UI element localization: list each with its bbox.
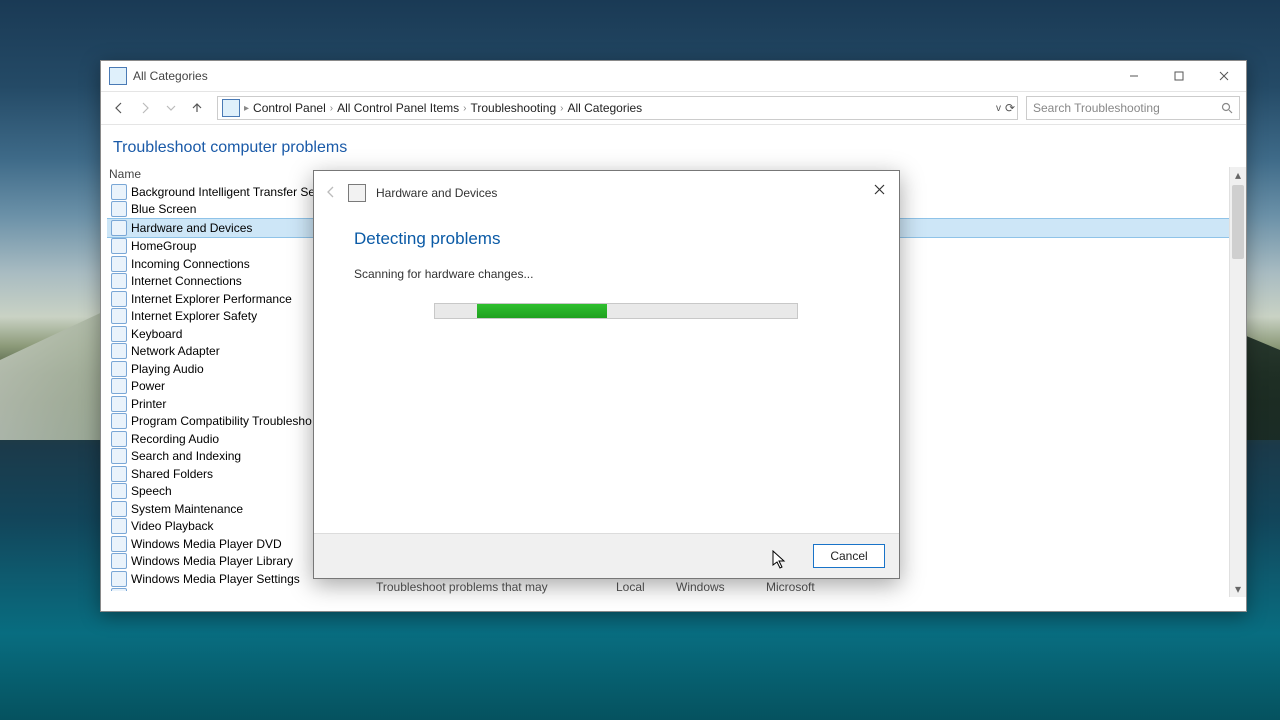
list-item-label: Program Compatibility Troublesho bbox=[131, 414, 312, 428]
troubleshooter-item-icon bbox=[111, 448, 127, 464]
troubleshooter-item-icon bbox=[111, 256, 127, 272]
troubleshooter-item-icon bbox=[111, 343, 127, 359]
list-item-label: Keyboard bbox=[131, 327, 182, 341]
nav-recent-dropdown[interactable] bbox=[159, 96, 183, 120]
chevron-right-icon: ▸ bbox=[244, 103, 249, 114]
troubleshooter-item-icon bbox=[111, 413, 127, 429]
troubleshooter-item-icon bbox=[111, 518, 127, 534]
scroll-down-icon[interactable]: ▾ bbox=[1230, 581, 1246, 597]
wizard-title: Hardware and Devices bbox=[376, 186, 497, 200]
list-item-label: Windows Media Player Settings bbox=[131, 572, 300, 586]
list-item-label: Windows Store Apps bbox=[131, 589, 242, 591]
maximize-button[interactable] bbox=[1156, 61, 1201, 90]
troubleshooter-item-icon bbox=[111, 553, 127, 569]
nav-forward-button[interactable] bbox=[133, 96, 157, 120]
troubleshooter-item-icon bbox=[111, 536, 127, 552]
list-item-label: Search and Indexing bbox=[131, 449, 241, 463]
troubleshooter-item-icon bbox=[111, 571, 127, 587]
troubleshooter-item-icon bbox=[111, 291, 127, 307]
troubleshooter-item-icon bbox=[111, 220, 127, 236]
mouse-cursor-icon bbox=[772, 550, 787, 570]
nav-back-button[interactable] bbox=[107, 96, 131, 120]
search-input[interactable]: Search Troubleshooting bbox=[1026, 96, 1240, 120]
troubleshooter-item-icon bbox=[111, 361, 127, 377]
troubleshooter-item-icon bbox=[111, 378, 127, 394]
scroll-thumb[interactable] bbox=[1232, 185, 1244, 259]
wizard-heading: Detecting problems bbox=[314, 215, 899, 249]
breadcrumb-seg-1[interactable]: All Control Panel Items› bbox=[337, 101, 466, 115]
list-item-label: Blue Screen bbox=[131, 202, 196, 216]
progress-chunk bbox=[477, 304, 607, 318]
table-row[interactable]: Troubleshoot problems that may Local Win… bbox=[376, 580, 836, 594]
cancel-button[interactable]: Cancel bbox=[813, 544, 885, 568]
troubleshooter-item-icon bbox=[111, 184, 127, 200]
list-item-label: Incoming Connections bbox=[131, 257, 250, 271]
troubleshooter-wizard-dialog: Hardware and Devices Detecting problems … bbox=[313, 170, 900, 579]
troubleshooter-item-icon bbox=[111, 326, 127, 342]
breadcrumb-bar[interactable]: ▸ Control Panel› All Control Panel Items… bbox=[217, 96, 1018, 120]
refresh-icon[interactable]: ⟳ bbox=[1005, 101, 1015, 115]
troubleshooter-item-icon bbox=[111, 201, 127, 217]
troubleshooter-item-icon bbox=[111, 308, 127, 324]
list-item-label: Shared Folders bbox=[131, 467, 213, 481]
nav-up-button[interactable] bbox=[185, 96, 209, 120]
progress-bar bbox=[434, 303, 798, 319]
list-item-label: Printer bbox=[131, 397, 166, 411]
troubleshooter-item-icon bbox=[111, 396, 127, 412]
control-panel-icon bbox=[109, 67, 127, 85]
troubleshooter-item-icon bbox=[111, 483, 127, 499]
list-item-label: Network Adapter bbox=[131, 344, 220, 358]
search-icon bbox=[1221, 102, 1233, 114]
titlebar[interactable]: All Categories bbox=[101, 61, 1246, 92]
troubleshooter-item-icon bbox=[111, 238, 127, 254]
minimize-button[interactable] bbox=[1111, 61, 1156, 90]
troubleshooter-item-icon bbox=[111, 431, 127, 447]
list-item-label: System Maintenance bbox=[131, 502, 243, 516]
breadcrumb-seg-2[interactable]: Troubleshooting› bbox=[471, 101, 564, 115]
scroll-up-icon[interactable]: ▴ bbox=[1230, 167, 1246, 183]
list-item-label: Recording Audio bbox=[131, 432, 219, 446]
list-item-label: Internet Explorer Performance bbox=[131, 292, 292, 306]
page-heading: Troubleshoot computer problems bbox=[101, 125, 1246, 167]
list-item-label: Playing Audio bbox=[131, 362, 204, 376]
troubleshooter-item-icon bbox=[111, 501, 127, 517]
navigation-bar: ▸ Control Panel› All Control Panel Items… bbox=[101, 92, 1246, 125]
breadcrumb-root-icon bbox=[222, 99, 240, 117]
list-item-label: HomeGroup bbox=[131, 239, 196, 253]
list-item-label: Internet Explorer Safety bbox=[131, 309, 257, 323]
breadcrumb-seg-0[interactable]: Control Panel› bbox=[253, 101, 333, 115]
list-item-label: Hardware and Devices bbox=[131, 221, 252, 235]
breadcrumb-dropdown-icon[interactable]: v bbox=[996, 103, 1001, 114]
control-panel-window: All Categories ▸ bbox=[100, 60, 1247, 612]
troubleshooter-item-icon bbox=[111, 273, 127, 289]
list-item-label: Power bbox=[131, 379, 165, 393]
list-item-label: Background Intelligent Transfer Se bbox=[131, 185, 315, 199]
list-item-label: Windows Media Player DVD bbox=[131, 537, 282, 551]
wizard-close-button[interactable] bbox=[865, 177, 893, 201]
troubleshooter-item-icon bbox=[111, 466, 127, 482]
vertical-scrollbar[interactable]: ▴ ▾ bbox=[1229, 167, 1246, 597]
troubleshooter-item-icon bbox=[111, 588, 127, 591]
wizard-icon bbox=[348, 184, 366, 202]
wizard-status-text: Scanning for hardware changes... bbox=[314, 249, 899, 281]
wizard-back-button[interactable] bbox=[324, 185, 338, 202]
list-item-label: Windows Media Player Library bbox=[131, 554, 293, 568]
list-item-label: Internet Connections bbox=[131, 274, 242, 288]
search-placeholder: Search Troubleshooting bbox=[1033, 101, 1160, 115]
close-button[interactable] bbox=[1201, 61, 1246, 90]
breadcrumb-seg-3[interactable]: All Categories bbox=[567, 101, 642, 115]
list-item-label: Speech bbox=[131, 484, 172, 498]
list-item-label: Video Playback bbox=[131, 519, 214, 533]
window-title: All Categories bbox=[133, 69, 208, 83]
